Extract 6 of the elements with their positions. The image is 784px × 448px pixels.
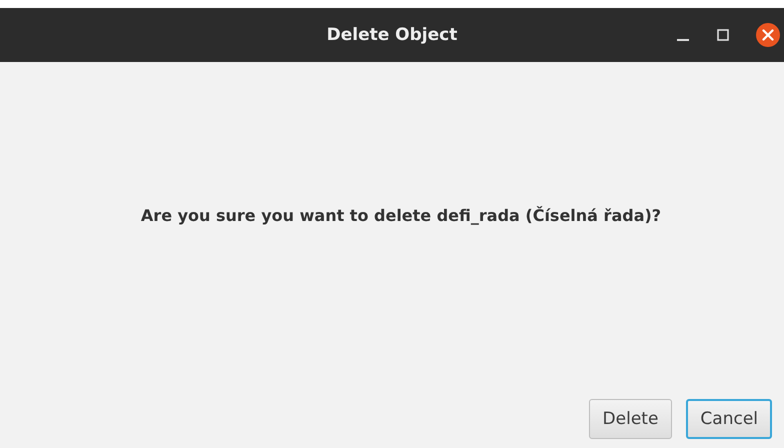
confirmation-message: Are you sure you want to delete defi_rada (Číselná řada)? <box>140 206 662 225</box>
close-icon[interactable] <box>756 23 780 47</box>
window-title: Delete Object <box>326 25 458 45</box>
delete-button[interactable]: Delete <box>588 399 672 439</box>
cancel-button[interactable]: Cancel <box>686 399 772 439</box>
maximize-icon[interactable] <box>716 28 730 42</box>
